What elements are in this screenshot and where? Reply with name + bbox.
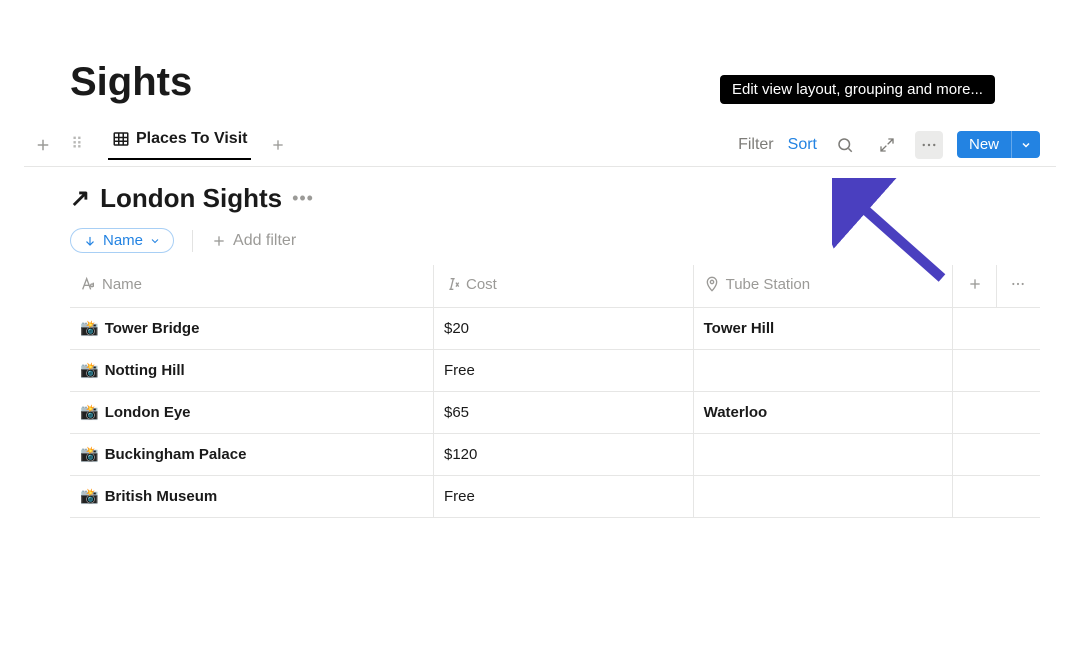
location-icon <box>704 276 720 292</box>
add-tab-icon[interactable] <box>265 132 291 158</box>
search-icon[interactable] <box>831 131 859 159</box>
sort-chip-label: Name <box>103 232 143 249</box>
formula-icon <box>444 276 460 292</box>
cell-name: Buckingham Palace <box>105 446 247 463</box>
row-icon: 📸 <box>80 404 99 421</box>
column-label: Name <box>102 276 142 293</box>
cell-tube[interactable] <box>693 349 953 391</box>
cell-tube[interactable]: Tower Hill <box>693 307 953 349</box>
cell-empty[interactable] <box>953 349 1040 391</box>
plus-icon <box>211 233 227 249</box>
cell-cost[interactable]: $120 <box>433 433 693 475</box>
drag-handle-icon[interactable]: ⠿ <box>64 132 90 158</box>
text-icon <box>80 276 96 292</box>
table-row[interactable]: 📸 Notting Hill Free <box>70 349 1040 391</box>
row-icon: 📸 <box>80 320 99 337</box>
table-icon <box>112 130 130 148</box>
chevron-down-icon <box>1020 139 1032 151</box>
tab-places-to-visit[interactable]: Places To Visit <box>108 130 251 160</box>
more-options-icon[interactable] <box>915 131 943 159</box>
sort-chip-name[interactable]: Name <box>70 228 174 253</box>
cell-name: British Museum <box>105 488 218 505</box>
cell-tube[interactable]: Waterloo <box>693 391 953 433</box>
add-view-icon[interactable] <box>30 132 56 158</box>
chevron-down-icon <box>149 235 161 247</box>
new-button-dropdown[interactable] <box>1011 131 1040 158</box>
cell-cost[interactable]: Free <box>433 349 693 391</box>
linked-db-title[interactable]: London Sights <box>100 183 282 214</box>
cell-cost[interactable]: $65 <box>433 391 693 433</box>
expand-icon[interactable] <box>873 131 901 159</box>
filter-button[interactable]: Filter <box>738 136 774 154</box>
cell-name: Tower Bridge <box>105 320 200 337</box>
linked-db-more-icon[interactable]: ••• <box>292 188 314 209</box>
table-row[interactable]: 📸 London Eye $65 Waterloo <box>70 391 1040 433</box>
column-label: Cost <box>466 276 497 293</box>
row-icon: 📸 <box>80 488 99 505</box>
row-icon: 📸 <box>80 446 99 463</box>
column-more-button[interactable] <box>996 265 1040 307</box>
database-table: Name Cost Tube Station <box>70 265 1040 518</box>
cell-empty[interactable] <box>953 307 1040 349</box>
table-row[interactable]: 📸 Buckingham Palace $120 <box>70 433 1040 475</box>
add-column-button[interactable] <box>953 265 997 307</box>
table-row[interactable]: 📸 Tower Bridge $20 Tower Hill <box>70 307 1040 349</box>
separator <box>192 230 193 252</box>
add-filter-label: Add filter <box>233 232 296 250</box>
cell-name: London Eye <box>105 404 191 421</box>
sort-arrow-down-icon <box>83 234 97 248</box>
new-button[interactable]: New <box>957 131 1040 158</box>
tooltip: Edit view layout, grouping and more... <box>720 75 995 104</box>
cell-empty[interactable] <box>953 433 1040 475</box>
cell-tube[interactable] <box>693 475 953 517</box>
sort-button[interactable]: Sort <box>788 136 817 154</box>
column-label: Tube Station <box>726 276 811 293</box>
add-filter-button[interactable]: Add filter <box>211 232 296 250</box>
column-header-tube[interactable]: Tube Station <box>693 265 953 307</box>
cell-empty[interactable] <box>953 475 1040 517</box>
open-as-page-icon[interactable]: ↗ <box>70 184 90 213</box>
cell-empty[interactable] <box>953 391 1040 433</box>
row-icon: 📸 <box>80 362 99 379</box>
column-header-name[interactable]: Name <box>70 265 433 307</box>
cell-name: Notting Hill <box>105 362 185 379</box>
table-row[interactable]: 📸 British Museum Free <box>70 475 1040 517</box>
cell-cost[interactable]: $20 <box>433 307 693 349</box>
new-button-label: New <box>957 131 1011 158</box>
column-header-cost[interactable]: Cost <box>433 265 693 307</box>
tab-label: Places To Visit <box>136 130 247 148</box>
cell-cost[interactable]: Free <box>433 475 693 517</box>
cell-tube[interactable] <box>693 433 953 475</box>
view-toolbar: Edit view layout, grouping and more... ⠿… <box>24 123 1056 167</box>
